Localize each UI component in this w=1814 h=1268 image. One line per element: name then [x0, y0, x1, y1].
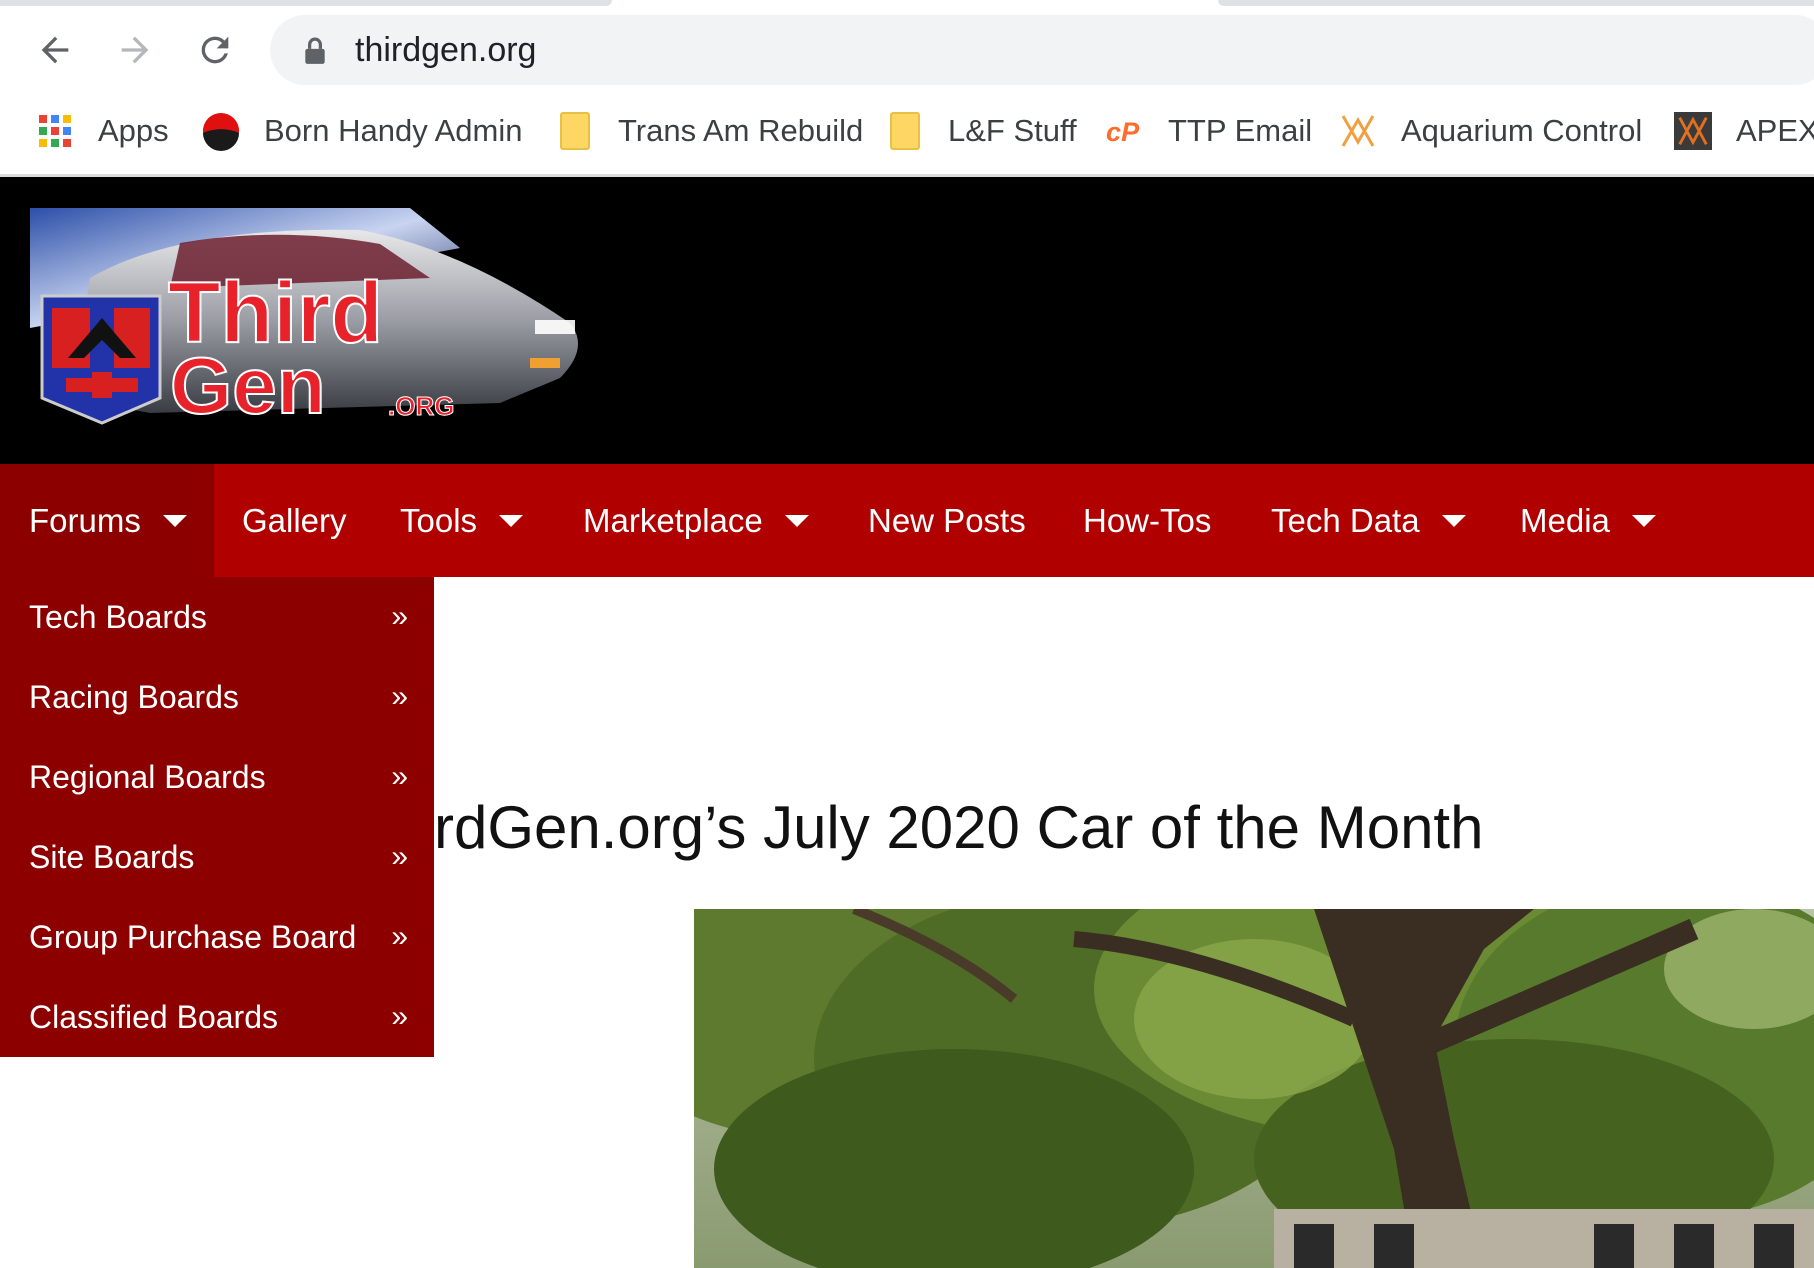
nav-gallery[interactable]: Gallery — [242, 464, 347, 577]
bookmark-lf-stuff[interactable]: L&F Stuff — [886, 108, 1077, 154]
nav-label: Marketplace — [583, 501, 763, 539]
lock-icon — [305, 37, 325, 64]
nav-label: Tech Data — [1271, 501, 1420, 539]
apex-icon — [1339, 112, 1377, 150]
nav-label: Gallery — [242, 501, 347, 539]
menu-item-site-boards[interactable]: Site Boards » — [0, 817, 434, 897]
caret-down-icon — [1631, 514, 1656, 527]
back-arrow-icon — [41, 36, 69, 64]
nav-label: Tools — [400, 501, 478, 539]
address-bar[interactable]: thirdgen.org — [270, 15, 1814, 85]
nav-label: Media — [1520, 501, 1610, 539]
menu-item-regional-boards[interactable]: Regional Boards » — [0, 737, 434, 817]
bookmark-label: TTP Email — [1168, 113, 1313, 148]
menu-item-group-purchase-board[interactable]: Group Purchase Board » — [0, 897, 434, 977]
url-text: thirdgen.org — [355, 31, 537, 69]
nav-media[interactable]: Media — [1520, 464, 1656, 577]
forums-dropdown-menu: Tech Boards » Racing Boards » Regional B… — [0, 577, 434, 1057]
menu-item-label: Tech Boards — [29, 598, 207, 635]
bookmarks-bar: Apps Born Handy Admin Trans Am Rebuild L… — [0, 102, 1814, 160]
reload-icon — [201, 36, 229, 64]
inactive-tab-right[interactable] — [1218, 0, 1814, 6]
caret-down-icon — [784, 514, 809, 527]
menu-item-label: Site Boards — [29, 838, 195, 875]
bookmark-label: Trans Am Rebuild — [618, 113, 864, 148]
tab-strip — [0, 0, 1814, 6]
bookmark-label: Aquarium Control — [1401, 113, 1643, 148]
bookmark-apex[interactable]: APEX — [1674, 108, 1814, 154]
menu-item-label: Classified Boards — [29, 998, 278, 1035]
apps-grid-icon — [36, 112, 74, 150]
menu-item-tech-boards[interactable]: Tech Boards » — [0, 577, 434, 657]
apex-dark-icon — [1674, 112, 1712, 150]
caret-down-icon — [162, 514, 187, 527]
bookmark-label: L&F Stuff — [948, 113, 1077, 148]
main-navigation: Forums Gallery Tools Marketplace New Pos… — [0, 464, 1814, 577]
caret-down-icon — [499, 514, 524, 527]
forward-arrow-icon — [121, 36, 149, 64]
nav-label: New Posts — [868, 501, 1026, 539]
trees-photo-image — [694, 909, 1814, 1268]
double-chevron-right-icon: » — [391, 920, 408, 953]
menu-item-racing-boards[interactable]: Racing Boards » — [0, 657, 434, 737]
browser-chrome: thirdgen.org Apps Born Handy Admin Trans… — [0, 0, 1814, 177]
bookmark-label: APEX — [1736, 113, 1814, 148]
nav-label: Forums — [29, 501, 141, 539]
logo-text-org: .ORG — [387, 391, 455, 421]
double-chevron-right-icon: » — [391, 760, 408, 793]
menu-item-label: Racing Boards — [29, 678, 239, 715]
cpanel-icon: cP — [1106, 112, 1144, 150]
bookmark-aquarium-control[interactable]: Aquarium Control — [1339, 108, 1642, 154]
nav-label: How-Tos — [1083, 501, 1212, 539]
double-chevron-right-icon: » — [391, 600, 408, 633]
born-handy-icon — [202, 112, 240, 151]
menu-item-label: Regional Boards — [29, 758, 266, 795]
folder-icon — [886, 112, 924, 150]
site-header: Third Gen .ORG — [0, 177, 1814, 464]
inactive-tab-left[interactable] — [0, 0, 612, 6]
reload-button[interactable] — [187, 22, 243, 78]
nav-tools[interactable]: Tools — [400, 464, 524, 577]
bookmark-apps[interactable]: Apps — [36, 108, 169, 154]
nav-how-tos[interactable]: How-Tos — [1083, 464, 1211, 577]
double-chevron-right-icon: » — [391, 840, 408, 873]
bookmark-label: Born Handy Admin — [264, 113, 523, 148]
svg-text:cP: cP — [1106, 116, 1140, 147]
caret-down-icon — [1441, 514, 1466, 527]
folder-icon — [556, 112, 594, 150]
article-title[interactable]: rdGen.org’s July 2020 Car of the Month — [434, 793, 1483, 863]
car-of-the-month-photo[interactable] — [694, 909, 1814, 1268]
menu-item-classified-boards[interactable]: Classified Boards » — [0, 977, 434, 1057]
bookmark-ttp-email[interactable]: cP TTP Email — [1106, 108, 1312, 154]
back-button[interactable] — [27, 22, 83, 78]
bookmark-born-handy-admin[interactable]: Born Handy Admin — [202, 108, 522, 154]
nav-marketplace[interactable]: Marketplace — [583, 464, 809, 577]
logo-text-gen: Gen — [169, 341, 327, 430]
forward-button[interactable] — [107, 22, 163, 78]
double-chevron-right-icon: » — [391, 1000, 408, 1033]
double-chevron-right-icon: » — [391, 680, 408, 713]
nav-tech-data[interactable]: Tech Data — [1271, 464, 1466, 577]
menu-item-label: Group Purchase Board — [29, 918, 357, 955]
nav-forums[interactable]: Forums — [0, 464, 214, 577]
bookmark-label: Apps — [98, 113, 169, 148]
thirdgen-logo[interactable]: Third Gen .ORG — [30, 208, 596, 434]
bookmark-trans-am-rebuild[interactable]: Trans Am Rebuild — [556, 108, 863, 154]
nav-new-posts[interactable]: New Posts — [868, 464, 1026, 577]
